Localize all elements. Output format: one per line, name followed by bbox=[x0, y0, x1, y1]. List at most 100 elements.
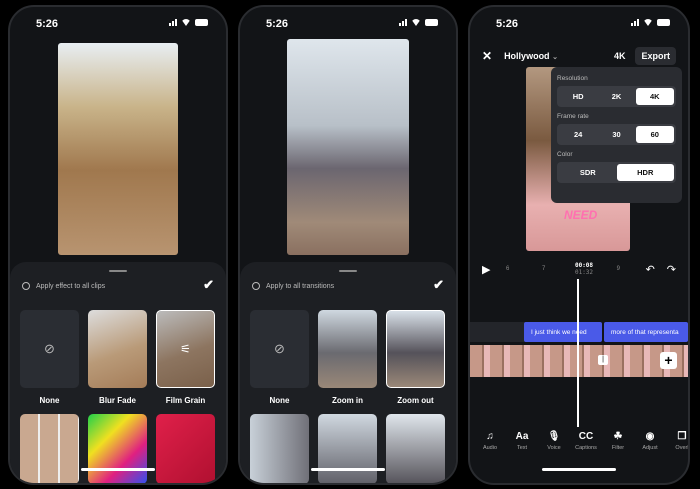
battery-icon bbox=[425, 19, 438, 26]
add-clip-button[interactable]: + bbox=[660, 352, 677, 369]
confirm-check-icon[interactable]: ✔ bbox=[203, 277, 214, 293]
wifi-icon bbox=[643, 19, 653, 26]
transition-thumbnail[interactable] bbox=[386, 414, 445, 483]
phone-transitions: 5:26 Apply to all transitions ✔ ⊘ None Z… bbox=[238, 5, 458, 485]
battery-icon bbox=[657, 19, 670, 26]
redo-icon[interactable]: ↷ bbox=[667, 263, 676, 276]
option-30[interactable]: 30 bbox=[597, 126, 635, 143]
transitions-sheet: Apply to all transitions ✔ ⊘ None Zoom i… bbox=[240, 262, 456, 483]
tool-filter[interactable]: ☘ Filter bbox=[602, 431, 634, 451]
option-60[interactable]: 60 bbox=[635, 126, 674, 143]
effect-thumbnail[interactable] bbox=[20, 414, 79, 483]
option-hdr[interactable]: HDR bbox=[616, 164, 674, 181]
audio-icon: ♫ bbox=[486, 431, 494, 442]
adjust-icon: ◉ bbox=[645, 431, 655, 442]
caption-text: more of that representa bbox=[611, 328, 679, 336]
transition-zoom-out[interactable] bbox=[386, 310, 445, 388]
transition-label: Zoom out bbox=[397, 396, 434, 405]
sliders-icon[interactable]: ⚟ bbox=[180, 342, 191, 356]
phone-editor: 5:26 ✕ Hollywood ⌄ 4K Export NEED Resolu… bbox=[468, 5, 690, 485]
option-sdr[interactable]: SDR bbox=[559, 164, 617, 181]
close-icon[interactable]: ✕ bbox=[482, 49, 492, 63]
tool-voice[interactable]: 🎙 Voice bbox=[538, 431, 570, 451]
color-label: Color bbox=[557, 151, 573, 158]
tool-audio[interactable]: ♫ Audio bbox=[474, 431, 506, 451]
playback-controls: ▶ 6 7 00:08 01:32 9 ↶ ↷ bbox=[482, 261, 676, 277]
captions-icon: CC bbox=[578, 431, 594, 442]
chevron-down-icon: ⌄ bbox=[552, 54, 558, 61]
caption-clip[interactable]: more of that representa bbox=[604, 322, 688, 342]
sheet-handle[interactable] bbox=[109, 270, 127, 272]
transition-label: Zoom in bbox=[331, 396, 364, 405]
transition-zoom-in[interactable] bbox=[318, 310, 377, 388]
project-selector[interactable]: Hollywood ⌄ bbox=[504, 51, 558, 61]
export-settings-panel: Resolution HD 2K 4K Frame rate 24 30 60 Colo… bbox=[551, 67, 682, 203]
tool-label: Captions bbox=[575, 445, 597, 451]
home-indicator bbox=[542, 468, 616, 471]
option-4k[interactable]: 4K bbox=[635, 88, 674, 105]
undo-icon[interactable]: ↶ bbox=[646, 263, 655, 276]
tool-text[interactable]: Aa Text bbox=[506, 431, 538, 451]
radio-icon bbox=[22, 282, 30, 290]
sheet-handle[interactable] bbox=[339, 270, 357, 272]
filter-icon: ☘ bbox=[613, 431, 623, 442]
confirm-check-icon[interactable]: ✔ bbox=[433, 277, 444, 293]
tool-adjust[interactable]: ◉ Adjust bbox=[634, 431, 666, 451]
option-24[interactable]: 24 bbox=[559, 126, 597, 143]
effect-film-grain[interactable]: ⚟ bbox=[156, 310, 215, 388]
timeline-tick: 6 bbox=[506, 266, 510, 272]
total-time: 01:32 bbox=[574, 269, 594, 276]
status-time: 5:26 bbox=[496, 18, 519, 30]
transition-none[interactable]: ⊘ bbox=[250, 310, 309, 388]
effect-thumbnail[interactable] bbox=[156, 414, 215, 483]
clip-split-handle[interactable]: | bbox=[598, 355, 608, 365]
status-icons bbox=[631, 19, 670, 26]
effect-label: Film Grain bbox=[165, 396, 206, 405]
transition-thumbnail[interactable] bbox=[318, 414, 377, 483]
tool-captions[interactable]: CC Captions bbox=[570, 431, 602, 451]
battery-icon bbox=[195, 19, 208, 26]
apply-all-toggle[interactable]: Apply to all transitions bbox=[252, 282, 334, 290]
apply-label: Apply to all transitions bbox=[266, 282, 335, 290]
wifi-icon bbox=[181, 19, 191, 26]
play-icon[interactable]: ▶ bbox=[482, 263, 506, 276]
text-icon: Aa bbox=[515, 431, 529, 442]
tool-label: Adjust bbox=[642, 445, 658, 451]
none-icon: ⊘ bbox=[274, 341, 285, 356]
effect-none[interactable]: ⊘ bbox=[20, 310, 79, 388]
status-icons bbox=[399, 19, 438, 26]
frame-rate-selector: 24 30 60 bbox=[557, 124, 676, 145]
transition-thumbnail[interactable] bbox=[250, 414, 309, 483]
home-indicator bbox=[81, 468, 155, 471]
project-name: Hollywood bbox=[504, 51, 550, 61]
effect-blur-fade[interactable] bbox=[88, 310, 147, 388]
overlay-icon: ❐ bbox=[677, 431, 687, 442]
overlay-text: NEED bbox=[564, 208, 598, 222]
status-icons bbox=[169, 19, 208, 26]
timeline-tick: 9 bbox=[616, 266, 620, 272]
option-hd[interactable]: HD bbox=[559, 88, 597, 105]
editor-topbar: ✕ Hollywood ⌄ 4K Export bbox=[482, 47, 676, 65]
wifi-icon bbox=[411, 19, 421, 26]
apply-label: Apply effect to all clips bbox=[36, 282, 106, 290]
video-track[interactable] bbox=[470, 345, 688, 377]
tool-label: Overl bbox=[675, 445, 689, 451]
option-2k[interactable]: 2K bbox=[597, 88, 635, 105]
playhead[interactable] bbox=[577, 279, 579, 427]
effect-label: Blur Fade bbox=[99, 396, 136, 405]
tool-label: Voice bbox=[547, 445, 561, 451]
quality-button[interactable]: 4K bbox=[614, 51, 626, 61]
video-preview bbox=[58, 43, 178, 255]
status-time: 5:26 bbox=[36, 18, 59, 30]
microphone-icon: 🎙 bbox=[547, 431, 561, 442]
transition-label: None bbox=[269, 396, 290, 405]
tool-label: Filter bbox=[611, 445, 625, 451]
export-button[interactable]: Export bbox=[635, 47, 676, 65]
apply-all-toggle[interactable]: Apply effect to all clips bbox=[22, 282, 105, 290]
effect-thumbnail[interactable] bbox=[88, 414, 147, 483]
current-time: 00:08 bbox=[574, 262, 594, 269]
home-indicator bbox=[311, 468, 385, 471]
phone-effects: 5:26 Apply effect to all clips ✔ ⊘ ⚟ Non… bbox=[8, 5, 228, 485]
caption-clip[interactable]: I just think we need bbox=[524, 322, 602, 342]
tool-overlay[interactable]: ❐ Overl bbox=[666, 431, 689, 451]
